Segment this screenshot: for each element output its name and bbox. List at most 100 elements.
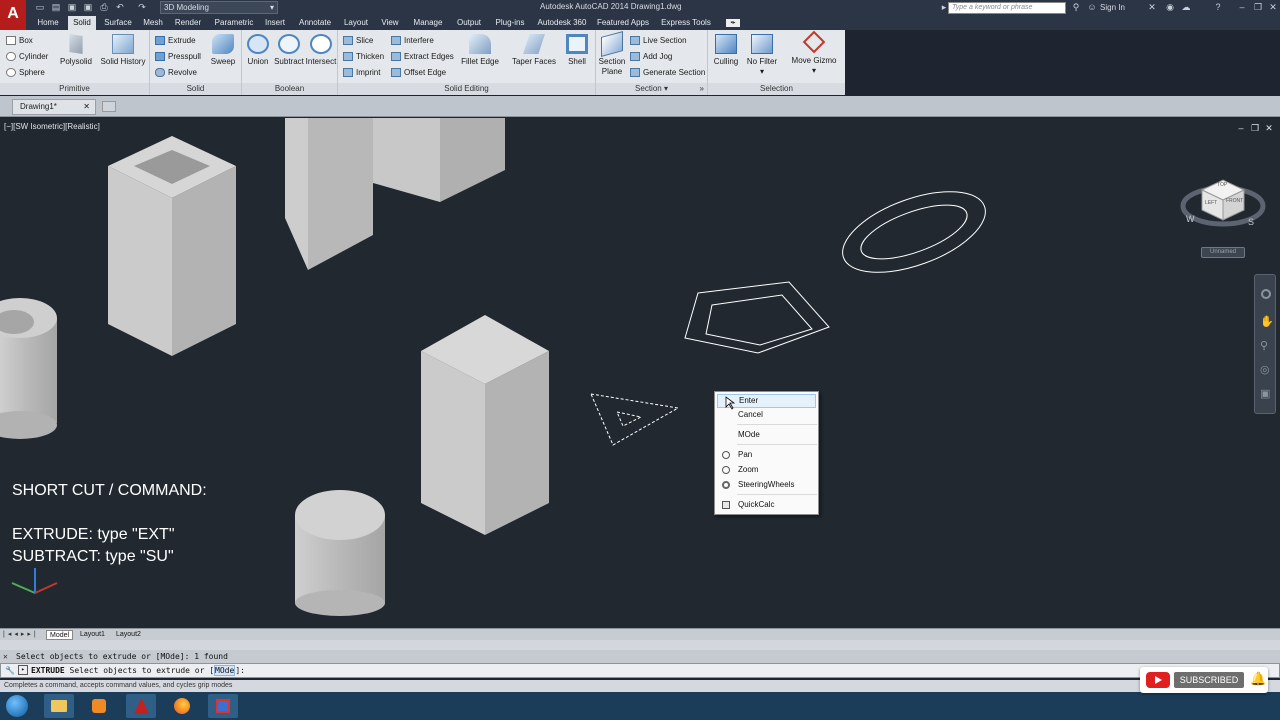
- autocad-taskbar-icon[interactable]: [126, 694, 156, 718]
- binoculars-icon[interactable]: ⚲: [1070, 2, 1082, 13]
- tab-plug-ins[interactable]: Plug-ins: [491, 16, 529, 30]
- taper-faces-button[interactable]: Taper Faces: [510, 34, 558, 67]
- extrude-button[interactable]: Extrude: [155, 35, 196, 46]
- open-icon[interactable]: ▤: [50, 2, 62, 13]
- tab-layout2[interactable]: Layout2: [113, 630, 144, 640]
- help-icon[interactable]: ?: [1212, 2, 1224, 13]
- file-explorer-taskbar-icon[interactable]: [44, 694, 74, 718]
- menu-item-steeringwheels[interactable]: SteeringWheels: [717, 478, 816, 492]
- close-icon[interactable]: ✕: [3, 650, 8, 663]
- close-icon[interactable]: ✕: [1267, 2, 1279, 13]
- new-icon[interactable]: ▭: [34, 2, 46, 13]
- save-as-icon[interactable]: ▣: [82, 2, 94, 13]
- subtract-button[interactable]: Subtract: [272, 34, 306, 67]
- zoom-icon[interactable]: ⚲: [1260, 339, 1268, 352]
- live-section-button[interactable]: Live Section: [630, 35, 687, 46]
- tab-home[interactable]: Home: [33, 16, 63, 30]
- minimize-icon[interactable]: –: [1236, 2, 1248, 13]
- tab-manage[interactable]: Manage: [409, 16, 447, 30]
- autocad360-icon[interactable]: ◉: [1164, 2, 1176, 13]
- menu-item-mode[interactable]: MOde: [717, 428, 816, 442]
- compass-s-label[interactable]: S: [1248, 217, 1254, 227]
- start-button[interactable]: [6, 695, 28, 717]
- print-icon[interactable]: ⎙: [98, 2, 110, 13]
- restore-icon[interactable]: ❐: [1252, 2, 1264, 13]
- offset-edge-button[interactable]: Offset Edge: [391, 67, 446, 78]
- layout-nav-arrows[interactable]: |◂◂▸▸|: [3, 630, 39, 638]
- cloud-icon[interactable]: ☁: [1180, 2, 1192, 13]
- menu-item-pan[interactable]: Pan: [717, 448, 816, 462]
- culling-button[interactable]: Culling: [710, 34, 742, 67]
- viewcube-front-label[interactable]: FRONT: [1226, 198, 1243, 204]
- command-option-mode[interactable]: MOde: [214, 665, 236, 676]
- navigation-bar[interactable]: ✋ ⚲ ◎ ▣: [1254, 274, 1276, 414]
- shell-button[interactable]: Shell: [562, 34, 592, 67]
- triangle-profiles-selected[interactable]: [590, 393, 680, 446]
- polysolid-button[interactable]: Polysolid: [58, 34, 94, 67]
- fillet-edge-button[interactable]: Fillet Edge: [458, 34, 502, 67]
- viewport-close-icon[interactable]: ✕: [1264, 123, 1274, 133]
- sphere-button[interactable]: Sphere: [6, 67, 45, 78]
- move-gizmo-button[interactable]: Move Gizmo ▾: [788, 30, 840, 76]
- dialog-launcher-icon[interactable]: »: [700, 83, 704, 95]
- undo-icon[interactable]: ↶: [114, 2, 126, 13]
- tab-output[interactable]: Output: [452, 16, 486, 30]
- search-input[interactable]: Type a keyword or phrase: [948, 2, 1066, 14]
- viewport-restore-icon[interactable]: ❐: [1250, 123, 1260, 133]
- solid-history-button[interactable]: Solid History: [98, 34, 148, 67]
- tab-render[interactable]: Render: [171, 16, 205, 30]
- cylinder-solid[interactable]: [295, 490, 385, 616]
- slice-button[interactable]: Slice: [343, 35, 373, 46]
- imprint-button[interactable]: Imprint: [343, 67, 380, 78]
- tab-parametric[interactable]: Parametric: [210, 16, 258, 30]
- redo-icon[interactable]: ↷: [136, 2, 148, 13]
- cylinder-button[interactable]: Cylinder: [6, 51, 48, 62]
- tab-solid[interactable]: Solid: [68, 16, 96, 30]
- ucs-menu[interactable]: Unnamed: [1201, 247, 1245, 258]
- recorder-taskbar-icon[interactable]: [208, 694, 238, 718]
- hollow-box-solid[interactable]: [108, 136, 236, 356]
- tube-solid[interactable]: [0, 298, 57, 439]
- box-solid[interactable]: [421, 315, 549, 535]
- menu-item-zoom[interactable]: Zoom: [717, 463, 816, 477]
- tab-express-tools[interactable]: Express Tools: [657, 16, 715, 30]
- tab-surface[interactable]: Surface: [100, 16, 136, 30]
- recent-commands-icon[interactable]: ▸: [18, 665, 28, 675]
- wedge-solid[interactable]: [285, 118, 373, 270]
- tab-view[interactable]: View: [377, 16, 403, 30]
- firefox-taskbar-icon[interactable]: [167, 694, 197, 718]
- union-button[interactable]: Union: [244, 34, 272, 67]
- compass-w-label[interactable]: W: [1186, 214, 1195, 224]
- user-icon[interactable]: ☺: [1086, 2, 1098, 13]
- media-player-taskbar-icon[interactable]: [84, 694, 114, 718]
- ribbon-toggle-icon[interactable]: ▪▸: [726, 19, 740, 27]
- steering-wheel-icon[interactable]: [1261, 289, 1271, 299]
- revolve-button[interactable]: Revolve: [155, 67, 197, 78]
- ellipse-rings[interactable]: [832, 175, 996, 288]
- pentagon-profiles[interactable]: [684, 281, 830, 354]
- box-button[interactable]: Box: [6, 35, 33, 46]
- workspace-dropdown[interactable]: 3D Modeling ▾: [160, 1, 278, 14]
- tab-insert[interactable]: Insert: [261, 16, 289, 30]
- viewport-minimize-icon[interactable]: –: [1236, 123, 1246, 133]
- viewcube[interactable]: TOP LEFT FRONT W S: [1180, 162, 1266, 234]
- drawing-viewport[interactable]: [−][SW Isometric][Realistic] – ❐ ✕ TOP L…: [0, 118, 1280, 628]
- sweep-button[interactable]: Sweep: [206, 34, 240, 67]
- showmotion-icon[interactable]: ▣: [1260, 387, 1270, 400]
- generate-section-button[interactable]: Generate Section: [630, 67, 705, 78]
- viewcube-left-label[interactable]: LEFT: [1205, 200, 1217, 206]
- section-panel-title[interactable]: Section ▾ »: [596, 83, 707, 95]
- interfere-button[interactable]: Interfere: [391, 35, 434, 46]
- exchange-icon[interactable]: ✕: [1146, 2, 1158, 13]
- intersect-button[interactable]: Intersect: [304, 34, 338, 67]
- tab-layout1[interactable]: Layout1: [77, 630, 108, 640]
- command-line-input[interactable]: 🔧 ▸ EXTRUDE Select objects to extrude or…: [0, 663, 1280, 678]
- tab-featured-apps[interactable]: Featured Apps: [594, 16, 652, 30]
- thicken-button[interactable]: Thicken: [343, 51, 384, 62]
- tab-autodesk-360[interactable]: Autodesk 360: [534, 16, 590, 30]
- application-menu-button[interactable]: A: [0, 0, 26, 30]
- menu-item-cancel[interactable]: Cancel: [717, 408, 816, 422]
- menu-item-quickcalc[interactable]: QuickCalc: [717, 498, 816, 512]
- orbit-icon[interactable]: ◎: [1260, 363, 1270, 376]
- new-tab-button[interactable]: [102, 101, 116, 112]
